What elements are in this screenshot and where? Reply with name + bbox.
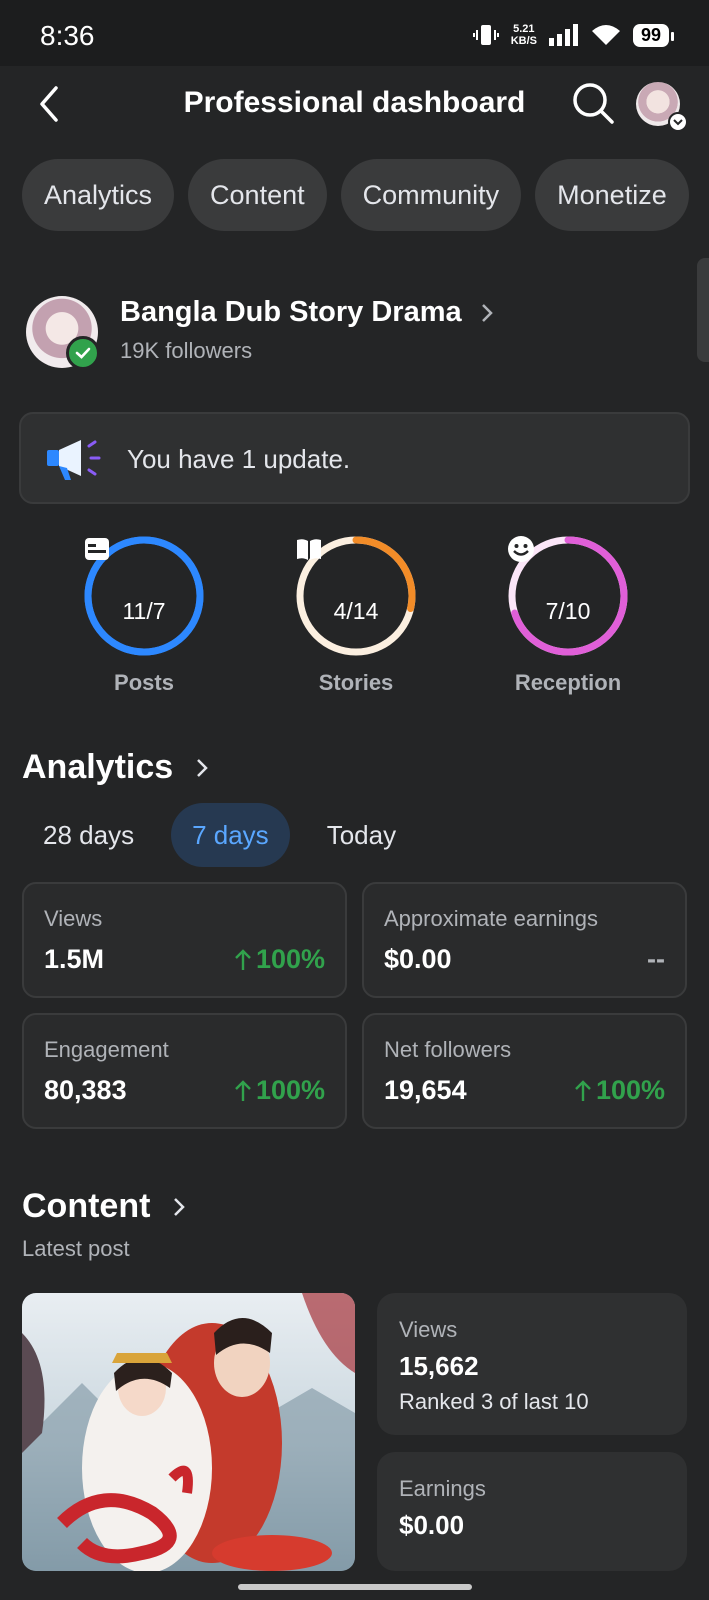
signal-icon: [548, 24, 578, 46]
metric-label: Approximate earnings: [384, 906, 599, 931]
search-icon: [573, 83, 614, 124]
chevron-right-icon: [197, 758, 208, 777]
views-label: Views: [399, 1317, 458, 1342]
views-value: 15,662: [399, 1351, 479, 1381]
stories-goal-ring[interactable]: 4/14: [294, 534, 418, 658]
analytics-section-header[interactable]: Analytics: [22, 748, 209, 787]
earnings-metric-card[interactable]: Approximate earnings $0.00 --: [362, 882, 687, 998]
chevron-down-icon: [668, 112, 688, 132]
posts-goal-label: Posts: [114, 670, 174, 695]
tab-analytics[interactable]: Analytics: [22, 159, 175, 231]
metric-change: 100%: [234, 1075, 325, 1106]
update-text: You have 1 update.: [127, 444, 351, 474]
search-button[interactable]: [570, 80, 616, 126]
metric-change: 100%: [234, 944, 325, 975]
status-bar: 8:36 5.21 KB/S 99: [0, 0, 709, 66]
arrow-up-icon: [235, 1079, 251, 1101]
range-tab-28-days[interactable]: 28 days: [22, 803, 155, 867]
views-rank: Ranked 3 of last 10: [399, 1389, 589, 1414]
posts-goal-ring[interactable]: 11/7: [82, 534, 206, 658]
tab-monetize[interactable]: Monetize: [535, 159, 689, 231]
post-image: [22, 1293, 355, 1571]
posts-goal-value: 11/7: [122, 598, 166, 624]
page-name-text: Bangla Dub Story Drama: [120, 296, 462, 328]
reception-goal-ring[interactable]: 7/10: [506, 534, 630, 658]
net-speed: 5.21 KB/S: [510, 23, 537, 47]
status-icons: 5.21 KB/S 99: [472, 22, 675, 48]
metric-value: 19,654: [384, 1075, 467, 1105]
content-section-header[interactable]: Content: [22, 1187, 186, 1226]
stories-goal-label: Stories: [318, 670, 394, 695]
update-card[interactable]: You have 1 update.: [19, 412, 690, 504]
stories-goal-value: 4/14: [333, 598, 379, 624]
latest-post-views-card[interactable]: Views 15,662 Ranked 3 of last 10: [377, 1293, 687, 1435]
chevron-right-icon: [174, 1197, 186, 1216]
range-tab-today[interactable]: Today: [306, 803, 417, 867]
account-switcher-avatar[interactable]: [636, 82, 688, 132]
metric-change: 100%: [574, 1075, 665, 1106]
wifi-icon: [591, 25, 620, 45]
metric-label: Views: [44, 906, 103, 931]
tab-content[interactable]: Content: [188, 159, 327, 231]
post-icon: [85, 538, 109, 560]
page-name[interactable]: Bangla Dub Story Drama: [120, 296, 494, 329]
dashboard-tabs: Analytics Content Community Monetize: [22, 159, 689, 231]
metric-label: Net followers: [384, 1037, 512, 1062]
follower-count: 19K followers: [120, 338, 253, 363]
arrow-up-icon: [235, 948, 251, 970]
earnings-value: $0.00: [399, 1510, 465, 1540]
net-followers-metric-card[interactable]: Net followers 19,654 100%: [362, 1013, 687, 1129]
home-indicator[interactable]: [238, 1584, 472, 1590]
earnings-label: Earnings: [399, 1476, 486, 1501]
megaphone-icon: [45, 436, 101, 484]
smile-icon: [508, 536, 534, 562]
latest-post-thumbnail[interactable]: [22, 1293, 355, 1571]
reception-goal-label: Reception: [514, 670, 622, 695]
metric-value: 80,383: [44, 1075, 127, 1105]
metric-value: 1.5M: [44, 944, 105, 974]
range-tab-7-days[interactable]: 7 days: [171, 803, 290, 867]
views-metric-card[interactable]: Views 1.5M 100%: [22, 882, 347, 998]
metric-label: Engagement: [44, 1037, 169, 1062]
verified-check-icon: [66, 336, 100, 370]
vibrate-icon: [472, 25, 499, 45]
metric-value: $0.00: [384, 944, 452, 974]
battery-indicator: 99: [632, 23, 675, 47]
latest-post-label: Latest post: [22, 1236, 130, 1261]
status-time: 8:36: [40, 20, 95, 51]
arrow-up-icon: [575, 1079, 591, 1101]
analytics-title: Analytics: [22, 748, 174, 786]
chevron-right-icon: [481, 303, 493, 322]
scroll-indicator[interactable]: [697, 258, 709, 362]
content-title: Content: [22, 1187, 151, 1225]
metric-change: --: [647, 944, 665, 974]
latest-post-earnings-card[interactable]: Earnings $0.00: [377, 1452, 687, 1571]
date-range-tabs: 28 days 7 days Today: [22, 803, 417, 867]
reception-goal-value: 7/10: [545, 598, 591, 624]
page-profile[interactable]: Bangla Dub Story Drama 19K followers: [26, 296, 686, 370]
engagement-metric-card[interactable]: Engagement 80,383 100%: [22, 1013, 347, 1129]
book-icon: [297, 539, 321, 560]
tab-community[interactable]: Community: [340, 159, 522, 231]
header: Professional dashboard: [0, 66, 709, 146]
